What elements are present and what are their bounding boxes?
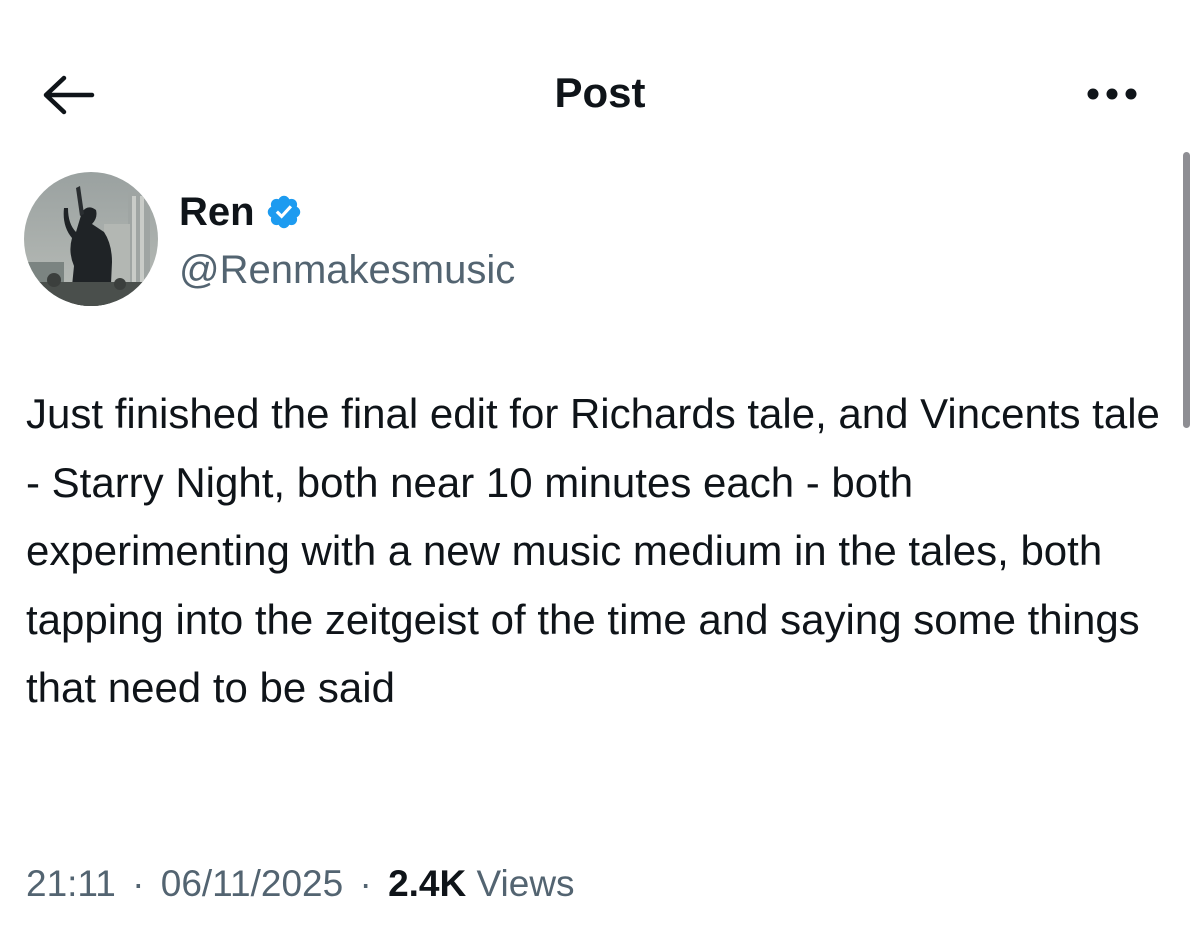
more-options-button[interactable] bbox=[1080, 72, 1144, 116]
views-label: Views bbox=[476, 863, 575, 904]
post-date[interactable]: 06/11/2025 bbox=[161, 863, 343, 904]
avatar-photo bbox=[24, 172, 158, 306]
name-row: Ren bbox=[179, 188, 303, 236]
scrollbar[interactable] bbox=[1183, 152, 1190, 428]
page-title: Post bbox=[554, 69, 646, 116]
avatar[interactable] bbox=[24, 172, 158, 306]
views-count[interactable]: 2.4K bbox=[388, 863, 466, 904]
top-bar: Post bbox=[0, 0, 1200, 150]
post-author: Ren @Renmakesmusic bbox=[24, 172, 924, 308]
meta-separator: · bbox=[359, 863, 372, 904]
post-time[interactable]: 21:11 bbox=[26, 863, 116, 904]
display-name[interactable]: Ren bbox=[179, 188, 255, 236]
verified-badge-icon bbox=[267, 195, 300, 229]
post-meta: 21:11 · 06/11/2025 · 2.4K Views bbox=[26, 858, 575, 910]
user-handle[interactable]: @Renmakesmusic bbox=[179, 246, 515, 294]
meta-separator: · bbox=[132, 863, 145, 904]
post-body-text: Just finished the final edit for Richard… bbox=[26, 390, 1160, 711]
more-horizontal-icon bbox=[1087, 88, 1137, 100]
